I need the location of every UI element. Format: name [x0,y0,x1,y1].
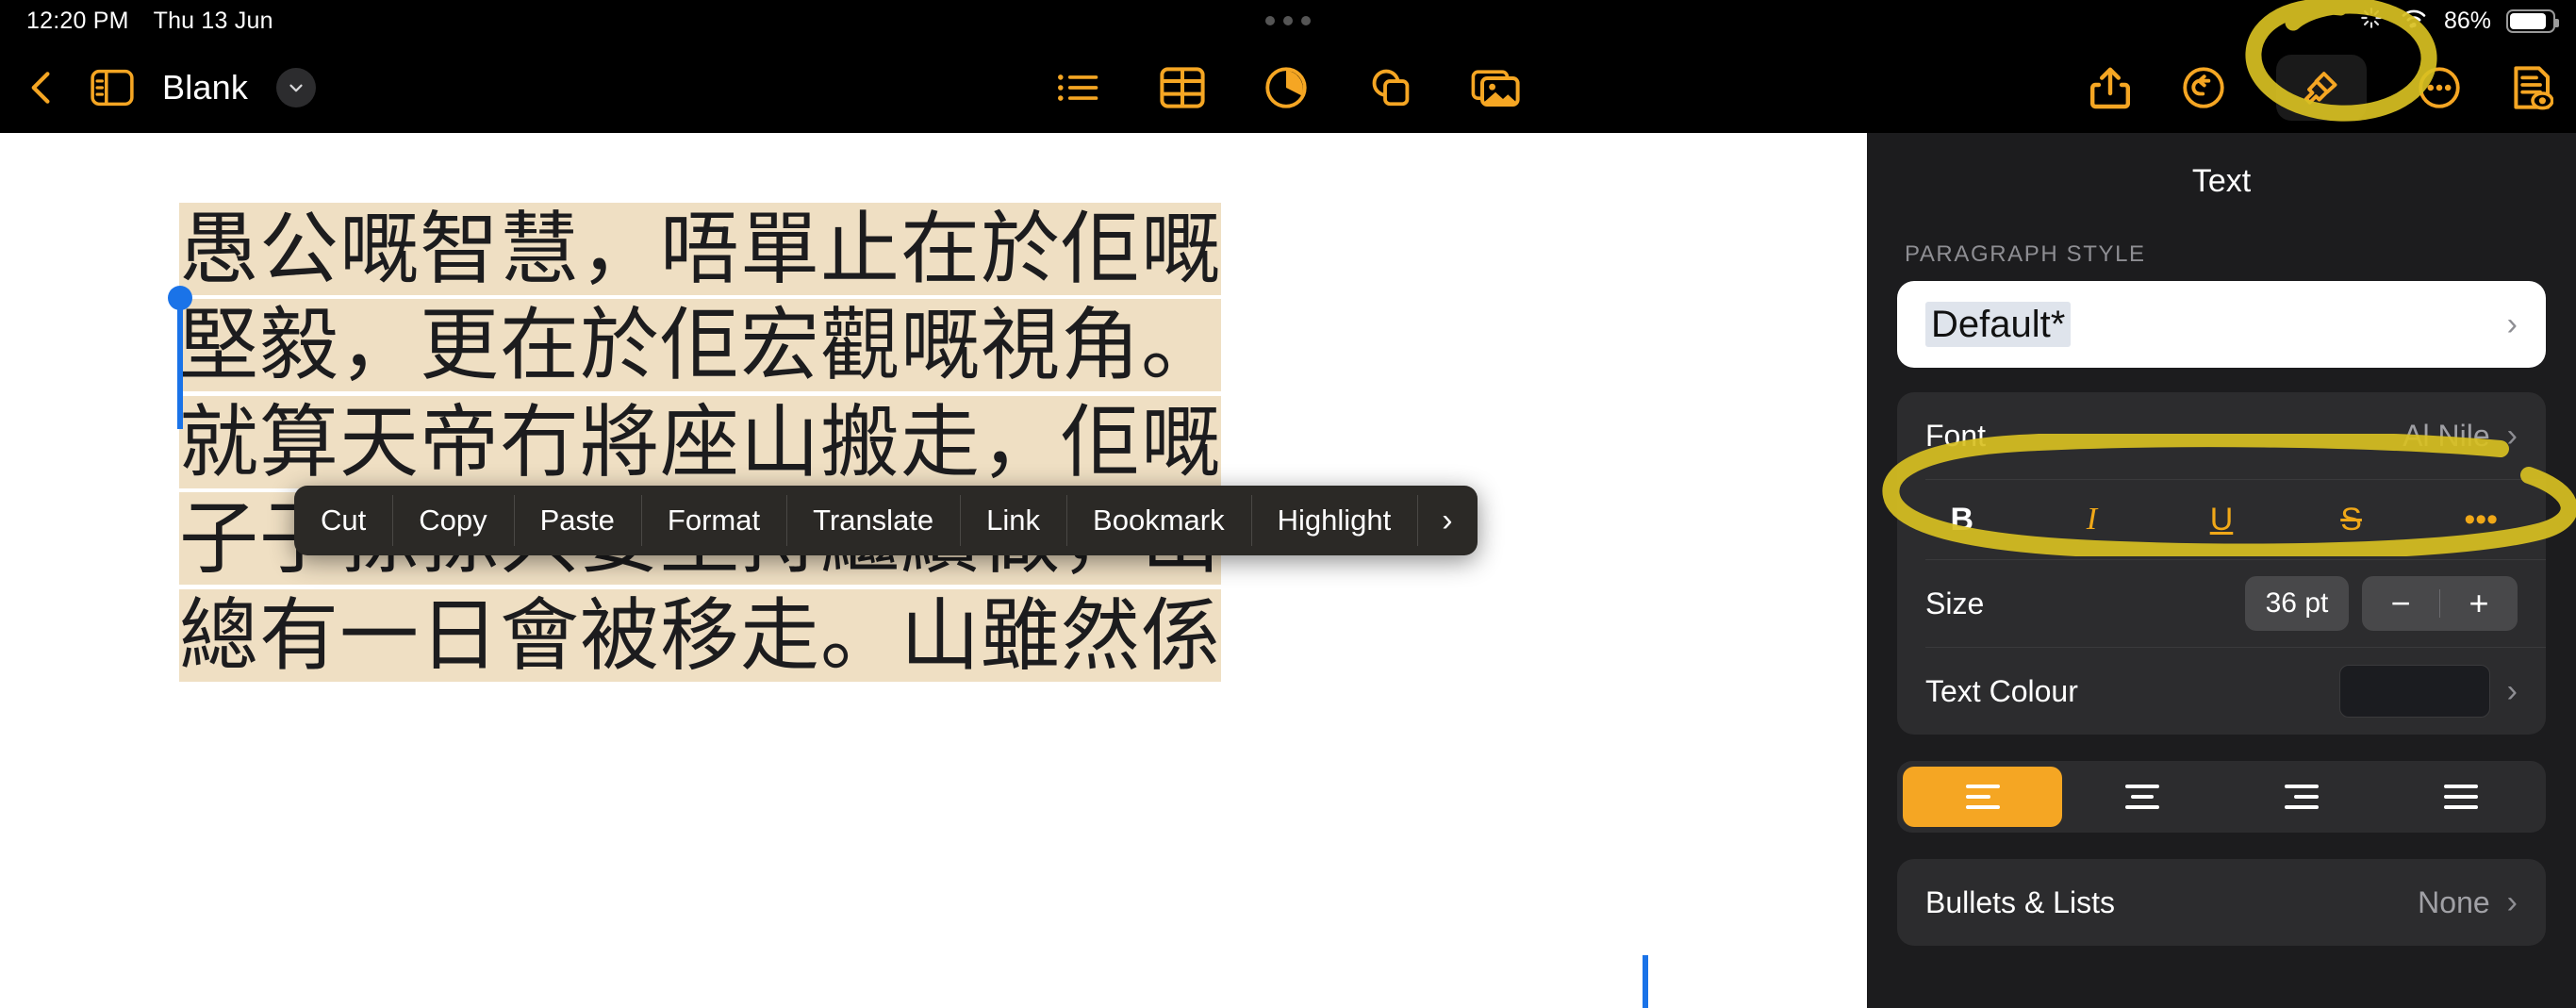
chevron-right-icon: › [2506,306,2518,342]
context-menu-item-link[interactable]: Link [960,486,1066,555]
chevron-right-icon: › [2506,884,2518,920]
handle-dot [1283,16,1293,25]
document-line[interactable]: 就算天帝冇將座山搬走，佢嘅 [179,394,1646,490]
status-bar-right: 86% [2359,6,2559,37]
bullets-lists-row[interactable]: Bullets & Lists None › [1897,859,2546,946]
font-row[interactable]: Font Al Nile › [1897,392,2546,479]
underline-button[interactable]: U [2156,502,2287,538]
size-label: Size [1925,586,1985,620]
chevron-left-icon[interactable] [21,67,62,108]
status-bar: 12:20 PM Thu 13 Jun 86% [0,0,2576,41]
alignment-group [1897,761,2546,833]
selected-text-block[interactable]: 愚公嘅智慧，唔單止在於佢嘅 堅毅，更在於佢宏觀嘅視角。 就算天帝冇將座山搬走，佢… [179,191,1646,691]
font-value: Al Nile [2403,418,2490,453]
document-line[interactable]: 愚公嘅智慧，唔單止在於佢嘅 [179,201,1646,297]
chevron-right-icon: › [2506,418,2518,454]
context-menu-item-translate[interactable]: Translate [786,486,960,555]
italic-button[interactable]: I [2027,502,2157,537]
toolbar-insert-group [1056,41,1520,133]
more-icon[interactable] [2418,66,2461,109]
list-icon[interactable] [1056,68,1101,107]
document-line-text: 總有一日會被移走。山雖然係 [179,588,1222,682]
context-menu-item-copy[interactable]: Copy [392,486,513,555]
bullets-label: Bullets & Lists [1925,884,2115,919]
context-menu-item-highlight[interactable]: Highlight [1250,486,1418,555]
status-time: 12:20 PM [26,7,129,34]
context-menu-item-format[interactable]: Format [640,486,786,555]
more-text-options-button[interactable]: ••• [2416,502,2546,538]
share-icon[interactable] [2089,65,2131,110]
align-left-button[interactable] [1903,767,2062,827]
panel-title: Text [2191,163,2252,199]
sync-spinner-icon [2359,6,2384,37]
undo-icon[interactable] [2182,66,2225,109]
media-icon[interactable] [1471,67,1520,108]
format-brush-icon[interactable] [2276,54,2367,121]
selection-handle-start[interactable] [177,308,183,429]
chart-icon[interactable] [1263,66,1309,109]
handle-dot [1265,16,1275,25]
text-colour-swatch[interactable] [2338,665,2490,718]
status-date: Thu 13 Jun [153,7,273,34]
strikethrough-button[interactable]: S [2287,502,2417,538]
bold-button[interactable]: B [1897,502,2027,538]
document-line-text: 愚公嘅智慧，唔單止在於佢嘅 [179,203,1222,295]
bullets-value: None [2418,884,2490,919]
size-row: Size 36 pt − + [1897,560,2546,647]
text-colour-row[interactable]: Text Colour › [1897,648,2546,735]
document-title[interactable]: Blank [162,68,248,107]
selection-handle-end[interactable] [1643,955,1648,1008]
context-menu-item-cut[interactable]: Cut [294,486,392,555]
font-label: Font [1925,418,1987,453]
handle-dot [1301,16,1311,25]
text-context-menu[interactable]: Cut Copy Paste Format Translate Link Boo… [294,486,1478,555]
toolbar-left-group: Blank [21,41,317,133]
document-line-text: 堅毅，更在於佢宏觀嘅視角。 [179,299,1222,392]
text-style-buttons: B I U S ••• [1897,480,2546,559]
font-card: Font Al Nile › B I U S ••• Size 36 pt − … [1897,392,2546,735]
sidebar-toggle-icon[interactable] [91,69,134,107]
text-colour-label: Text Colour [1925,673,2078,708]
status-bar-left: 12:20 PM Thu 13 Jun [26,8,273,35]
document-line[interactable]: 堅毅，更在於佢宏觀嘅視角。 [179,297,1646,393]
toolbar-actions-group [2089,41,2553,133]
align-justify-button[interactable] [2381,767,2540,827]
document-canvas[interactable]: 愚公嘅智慧，唔單止在於佢嘅 堅毅，更在於佢宏觀嘅視角。 就算天帝冇將座山搬走，佢… [0,133,1867,1008]
paragraph-style-row[interactable]: Default* › [1897,281,2546,368]
top-toolbar: Blank [0,41,2576,133]
size-increase-button[interactable]: + [2440,584,2518,623]
bullets-card[interactable]: Bullets & Lists None › [1897,859,2546,946]
context-menu-item-bookmark[interactable]: Bookmark [1066,486,1251,555]
size-decrease-button[interactable]: − [2362,584,2439,623]
table-icon[interactable] [1160,66,1205,108]
text-inspector-panel: Text PARAGRAPH STYLE Default* › Font Al … [1867,133,2576,1008]
context-menu-item-paste[interactable]: Paste [513,486,641,555]
document-options-icon[interactable] [2512,64,2553,111]
context-menu-next-icon[interactable]: › [1417,486,1477,555]
battery-percent: 86% [2443,7,2491,34]
shapes-icon[interactable] [1367,66,1412,109]
size-value[interactable]: 36 pt [2245,576,2349,631]
document-line[interactable]: 總有一日會被移走。山雖然係 [179,587,1646,684]
align-right-button[interactable] [2221,767,2381,827]
paragraph-style-card[interactable]: Default* › [1897,281,2546,368]
multitask-handle[interactable] [1265,16,1311,25]
paragraph-style-value: Default* [1925,301,2072,347]
size-stepper: − + [2362,576,2518,631]
wifi-icon [2399,7,2429,36]
document-line-text: 就算天帝冇將座山搬走，佢嘅 [179,395,1222,488]
chevron-right-icon: › [2506,673,2518,709]
paragraph-style-label: PARAGRAPH STYLE [1905,241,2146,267]
battery-icon [2506,8,2559,33]
chevron-down-icon[interactable] [276,67,317,107]
align-center-button[interactable] [2062,767,2221,827]
